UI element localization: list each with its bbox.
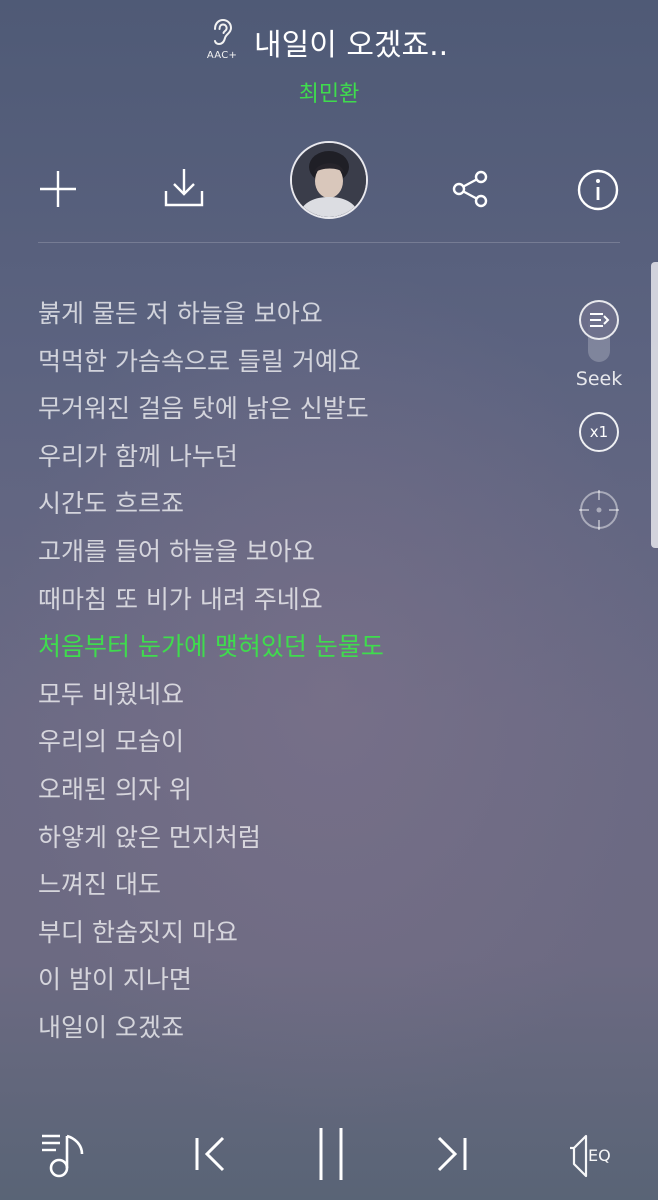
locate-current-lyric-button[interactable] xyxy=(577,488,621,532)
playback-speed-button[interactable]: x1 xyxy=(579,412,619,452)
playlist-button[interactable] xyxy=(36,1122,96,1186)
lyrics-list[interactable]: 붉게 물든 저 하늘을 보아요 먹먹한 가슴속으로 들릴 거예요 무거워진 걸음 탓… xyxy=(38,290,558,1052)
share-button[interactable] xyxy=(446,165,494,213)
playback-speed-label: x1 xyxy=(589,423,609,441)
previous-icon xyxy=(195,1136,225,1172)
seek-toggle[interactable] xyxy=(575,296,623,366)
hearing-icon xyxy=(214,18,233,46)
now-playing-header: AAC+ 내일이 오겠죠.. xyxy=(0,14,658,66)
info-button[interactable] xyxy=(574,166,622,214)
next-icon xyxy=(437,1136,467,1172)
seek-label: Seek xyxy=(575,368,623,390)
lyric-line[interactable]: 때마침 또 비가 내려 주네요 xyxy=(38,576,558,624)
lyric-line[interactable]: 오래된 의자 위 xyxy=(38,766,558,814)
lyric-line[interactable]: 내일이 오겠죠 xyxy=(38,1004,558,1052)
download-button[interactable] xyxy=(160,163,208,211)
equalizer-label: EQ xyxy=(588,1146,611,1165)
lyric-line[interactable]: 하얗게 앉은 먼지처럼 xyxy=(38,814,558,862)
album-art-thumbnail[interactable] xyxy=(290,141,368,219)
header-divider xyxy=(38,242,620,243)
codec-badge: AAC+ xyxy=(202,18,242,64)
song-title: 내일이 오겠죠.. xyxy=(254,28,449,63)
lyric-line[interactable]: 먹먹한 가슴속으로 들릴 거예요 xyxy=(38,338,558,386)
lyric-line[interactable]: 우리의 모습이 xyxy=(38,718,558,766)
lyric-line[interactable]: 느껴진 대도 xyxy=(38,861,558,909)
equalizer-button[interactable]: EQ xyxy=(566,1124,630,1188)
lyric-line[interactable]: 시간도 흐르죠 xyxy=(38,480,558,528)
download-icon xyxy=(164,169,204,207)
playback-controls: EQ xyxy=(0,1118,658,1188)
artist-name[interactable]: 최민환 xyxy=(0,76,658,108)
lyric-line[interactable]: 우리가 함께 나누던 xyxy=(38,433,558,481)
codec-label: AAC+ xyxy=(206,50,238,61)
crosshair-icon xyxy=(579,490,619,530)
lyric-line[interactable]: 이 밤이 지나면 xyxy=(38,956,558,1004)
seek-toggle-knob[interactable] xyxy=(579,300,619,340)
info-icon xyxy=(577,169,619,211)
add-to-playlist-button[interactable] xyxy=(34,165,82,213)
lyric-line[interactable]: 고개를 들어 하늘을 보아요 xyxy=(38,528,558,576)
next-track-button[interactable] xyxy=(428,1122,478,1186)
pause-button[interactable] xyxy=(304,1118,358,1190)
lyrics-seek-icon xyxy=(590,313,610,327)
lyric-line-current[interactable]: 처음부터 눈가에 맺혀있던 눈물도 xyxy=(38,623,558,671)
scroll-indicator[interactable] xyxy=(651,262,658,548)
artist-photo xyxy=(292,143,366,217)
lyric-line[interactable]: 부디 한숨짓지 마요 xyxy=(38,909,558,957)
pause-icon xyxy=(319,1128,343,1180)
playlist-music-icon xyxy=(42,1134,84,1178)
lyric-line[interactable]: 모두 비웠네요 xyxy=(38,671,558,719)
previous-track-button[interactable] xyxy=(184,1122,234,1186)
lyric-line[interactable]: 무거워진 걸음 탓에 낡은 신발도 xyxy=(38,385,558,433)
lyric-line[interactable]: 붉게 물든 저 하늘을 보아요 xyxy=(38,290,558,338)
share-icon xyxy=(452,170,488,208)
plus-icon xyxy=(40,171,76,207)
